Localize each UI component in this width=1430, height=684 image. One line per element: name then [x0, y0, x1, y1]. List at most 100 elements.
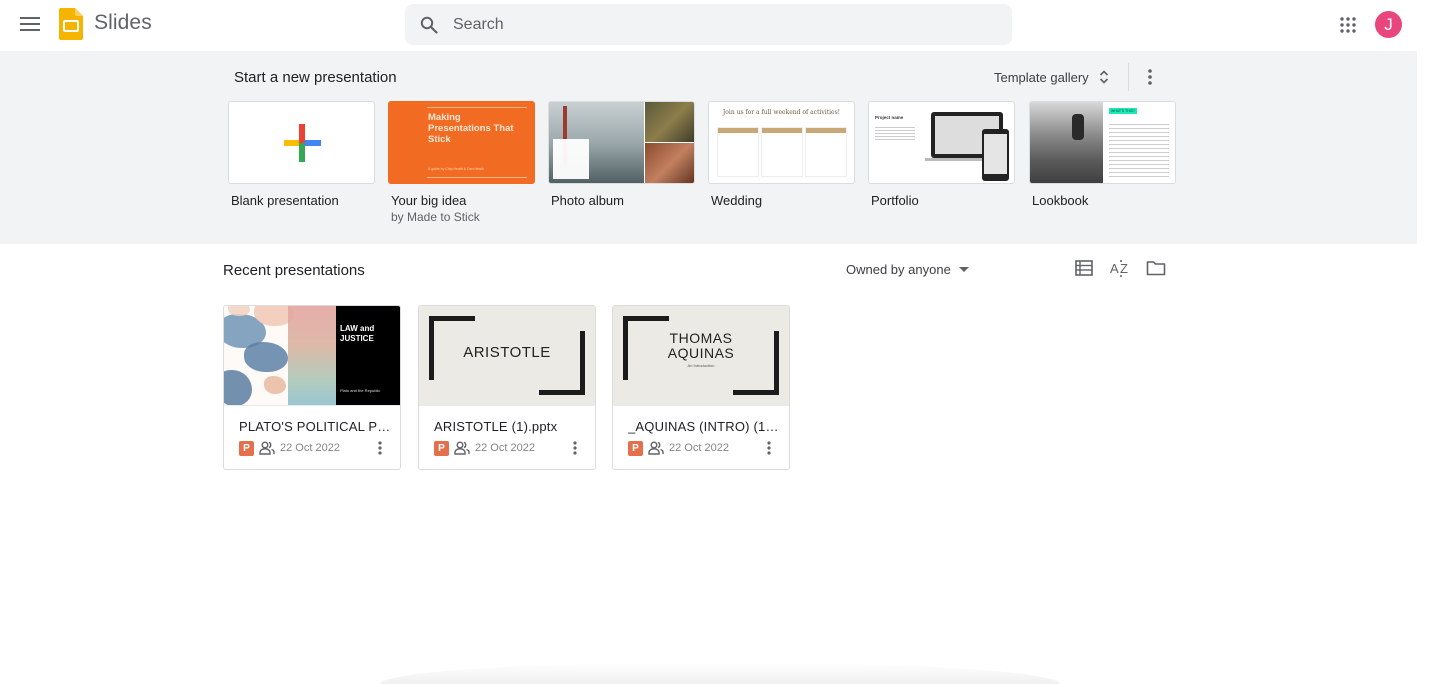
- thumbnail-subtitle: Plato and the Republic: [340, 388, 381, 393]
- template-name: Your big idea: [391, 193, 467, 208]
- thumbnail-title: Making Presentations That Stick: [428, 112, 514, 145]
- photo-skater: [1030, 102, 1103, 183]
- svg-text:A: A: [1110, 261, 1119, 276]
- thumbnail-title: WHAT'S THIS?: [1109, 108, 1137, 114]
- template-gallery-label: Template gallery: [994, 69, 1089, 85]
- template-gallery-button[interactable]: Template gallery: [986, 63, 1117, 91]
- template-more-options-button[interactable]: [1136, 63, 1164, 91]
- open-file-picker-button[interactable]: [1142, 254, 1170, 282]
- thumbnail-subtitle: A guide by Chip Heath & Dan Heath: [428, 167, 484, 171]
- file-more-options-button[interactable]: [563, 436, 587, 460]
- template-lookbook[interactable]: WHAT'S THIS? Lookbook: [1029, 101, 1176, 208]
- divider: [1128, 63, 1129, 91]
- powerpoint-file-icon: P: [239, 440, 254, 456]
- powerpoint-file-icon: P: [628, 440, 643, 456]
- search-icon[interactable]: [405, 4, 453, 45]
- app-title[interactable]: Slides: [94, 11, 152, 35]
- more-vert-icon: [378, 441, 382, 455]
- owner-filter-dropdown[interactable]: Owned by anyone: [838, 255, 977, 283]
- template-name: Portfolio: [871, 193, 919, 208]
- template-thumbnail: WHAT'S THIS?: [1029, 101, 1176, 184]
- template-wedding[interactable]: Join us for a full weekend of activities…: [708, 101, 855, 208]
- template-thumbnail: Making Presentations That Stick A guide …: [388, 101, 535, 184]
- thumbnail-title: Project name: [875, 115, 904, 120]
- photo-room: [645, 143, 694, 183]
- file-card[interactable]: THOMAS AQUINAS An Introduction _AQUINAS …: [612, 305, 790, 470]
- template-name: Photo album: [551, 193, 624, 208]
- file-date: 22 Oct 2022: [280, 442, 340, 454]
- hamburger-menu-icon: [20, 17, 40, 31]
- skater-figure: [1072, 114, 1084, 140]
- list-view-button[interactable]: [1070, 254, 1098, 282]
- phone: [982, 129, 1009, 181]
- avatar-initial: J: [1384, 14, 1393, 34]
- template-author: by Made to Stick: [391, 210, 480, 224]
- powerpoint-file-icon: P: [434, 440, 449, 456]
- template-name: Lookbook: [1032, 193, 1089, 208]
- caption-box: [553, 139, 589, 179]
- google-apps-button[interactable]: [1332, 9, 1364, 41]
- template-name: Blank presentation: [231, 193, 339, 208]
- list-view-icon: [1075, 260, 1093, 276]
- app-header: Slides J: [0, 0, 1430, 50]
- template-name: Wedding: [711, 193, 763, 208]
- thumbnail-title: THOMAS AQUINAS: [667, 330, 735, 361]
- search-input[interactable]: [453, 4, 1012, 45]
- thumbnail-subtitle: An Introduction: [687, 363, 715, 368]
- template-thumbnail: [548, 101, 695, 184]
- column: [717, 127, 759, 177]
- expand-collapse-icon: [1099, 70, 1108, 84]
- file-thumbnail: ARISTOTLE: [419, 306, 595, 406]
- file-date: 22 Oct 2022: [669, 442, 729, 454]
- main-menu-button[interactable]: [14, 8, 46, 40]
- file-thumbnail: THOMAS AQUINAS An Introduction: [613, 306, 789, 406]
- column: [761, 127, 803, 177]
- more-vert-icon: [573, 441, 577, 455]
- file-name: PLATO'S POLITICAL PHIL...: [239, 419, 391, 434]
- template-portfolio[interactable]: Project name Portfolio: [868, 101, 1015, 208]
- search-bar[interactable]: [405, 4, 1012, 45]
- text-lines: [875, 127, 915, 142]
- template-photo-album[interactable]: Photo album: [548, 101, 695, 208]
- template-thumbnail: Join us for a full weekend of activities…: [708, 101, 855, 184]
- file-meta: P 22 Oct 2022: [628, 439, 729, 457]
- decor-line: [427, 177, 527, 178]
- more-vert-icon: [767, 441, 771, 455]
- thumbnail-title: ARISTOTLE: [463, 344, 551, 361]
- slides-logo[interactable]: [59, 8, 83, 40]
- apps-grid-icon: [1340, 17, 1356, 33]
- owner-filter-label: Owned by anyone: [846, 261, 951, 277]
- file-card[interactable]: LAW and JUSTICE Plato and the Republic P…: [223, 305, 401, 470]
- template-thumbnail: Project name: [868, 101, 1015, 184]
- more-vert-icon: [1148, 69, 1152, 85]
- template-section-title: Start a new presentation: [234, 69, 397, 86]
- dropdown-arrow-icon: [958, 266, 969, 272]
- template-blank-presentation[interactable]: Blank presentation: [228, 101, 375, 208]
- file-more-options-button[interactable]: [757, 436, 781, 460]
- photo-leaves: [645, 102, 694, 142]
- plus-icon: [284, 124, 321, 162]
- decor-line: [427, 107, 527, 108]
- shared-people-icon: [453, 439, 471, 457]
- folder-icon: [1146, 261, 1166, 276]
- file-date: 22 Oct 2022: [475, 442, 535, 454]
- sort-az-icon: AZ: [1110, 260, 1128, 277]
- slides-logo-icon: [59, 8, 83, 40]
- thumbnail-title: LAW and JUSTICE: [340, 324, 375, 343]
- recent-section-title: Recent presentations: [223, 262, 365, 279]
- template-your-big-idea[interactable]: Making Presentations That Stick A guide …: [388, 101, 535, 224]
- file-meta: P 22 Oct 2022: [434, 439, 535, 457]
- template-thumbnail: [228, 101, 375, 184]
- sort-button[interactable]: AZ: [1106, 254, 1134, 282]
- file-card[interactable]: ARISTOTLE ARISTOTLE (1).pptx P 22 Oct 20…: [418, 305, 596, 470]
- account-avatar[interactable]: J: [1375, 11, 1402, 38]
- file-more-options-button[interactable]: [368, 436, 392, 460]
- file-name: _AQUINAS (INTRO) (1).pp...: [628, 419, 780, 434]
- svg-text:Z: Z: [1120, 261, 1128, 276]
- template-section: Start a new presentation Template galler…: [0, 51, 1417, 244]
- bottom-shadow: [380, 662, 1060, 684]
- file-meta: P 22 Oct 2022: [239, 439, 340, 457]
- thumbnail-title: Join us for a full weekend of activities…: [722, 109, 841, 116]
- shared-people-icon: [647, 439, 665, 457]
- shared-people-icon: [258, 439, 276, 457]
